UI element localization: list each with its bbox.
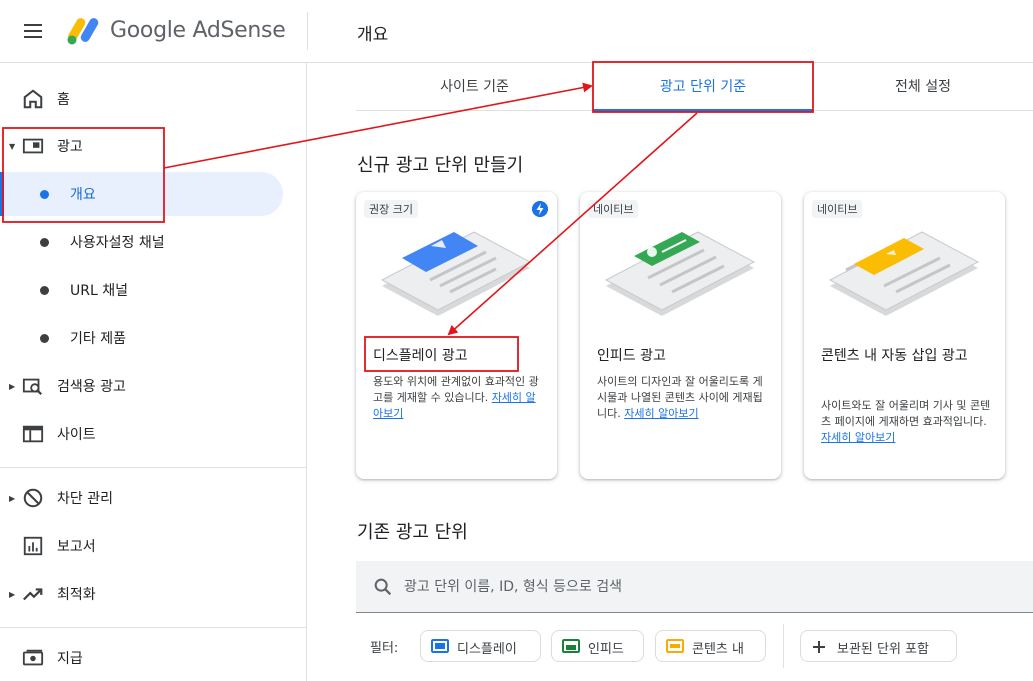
sidebar-item-label: 광고	[57, 139, 83, 155]
sidebar-item-label: 홈	[57, 92, 70, 108]
tab-by-site[interactable]: 사이트 기준	[356, 63, 593, 111]
ads-icon	[22, 138, 44, 154]
sidebar-item-ads[interactable]: ▼ 광고	[0, 124, 306, 168]
filter-chip-label: 콘텐츠 내	[692, 642, 744, 657]
tab-global-settings[interactable]: 전체 설정	[813, 63, 1033, 111]
trending-up-icon	[23, 588, 43, 601]
block-icon	[23, 488, 43, 508]
bullet-dot	[40, 238, 49, 247]
page-title: 개요	[357, 25, 389, 45]
sidebar-item-label: 지급	[57, 651, 83, 667]
sidebar-item-sites[interactable]: 사이트	[0, 412, 306, 456]
display-ads-card[interactable]: 권장 크기 디스플레이 광고 용도와 위치에 관계없이 효과적인 광고를 게재할…	[356, 192, 557, 479]
search-input[interactable]	[404, 574, 1004, 600]
bolt-icon	[532, 201, 548, 217]
card-title: 디스플레이 광고	[373, 348, 468, 364]
sidebar-subitem-label: 기타 제품	[70, 331, 126, 347]
caret-right-icon: ▶	[9, 382, 16, 391]
phone-illustration-display	[380, 231, 532, 316]
sidebar-item-label: 최적화	[57, 587, 96, 603]
filter-divider	[783, 624, 784, 668]
sidebar-item-home[interactable]: 홈	[0, 77, 306, 121]
learn-more-link[interactable]: 자세히 알아보기	[624, 407, 698, 420]
sidebar-divider	[0, 627, 306, 628]
card-description: 사이트와도 잘 어울리며 기사 및 콘텐츠 페이지에 게재하면 효과적입니다. …	[821, 399, 991, 444]
hamburger-icon	[24, 24, 42, 26]
home-icon	[23, 89, 43, 109]
top-app-bar: Google AdSense 개요	[0, 0, 1033, 63]
filter-chip-in-feed[interactable]: 인피드	[551, 630, 644, 662]
add-icon	[813, 641, 825, 653]
include-archived-chip[interactable]: 보관된 단위 포함	[800, 630, 957, 662]
sidebar-divider	[0, 467, 306, 468]
brand-name[interactable]: Google AdSense	[110, 18, 286, 43]
sidebar-item-label: 검색용 광고	[57, 379, 126, 395]
sidebar-item-blocking-controls[interactable]: ▶ 차단 관리	[0, 476, 306, 520]
sidebar-item-reports[interactable]: 보고서	[0, 524, 306, 568]
card-description: 용도와 위치에 관계없이 효과적인 광고를 게재할 수 있습니다. 자세히 알아…	[373, 375, 539, 420]
ad-unit-search-bar	[356, 561, 1033, 613]
caret-right-icon: ▶	[9, 494, 16, 503]
filter-chip-in-article[interactable]: 콘텐츠 내	[655, 630, 766, 662]
sidebar-subitem-overview[interactable]: 개요	[0, 172, 283, 216]
sidebar-subitem-custom-channels[interactable]: 사용자설정 채널	[0, 220, 290, 264]
sidebar-item-label: 차단 관리	[57, 491, 113, 507]
card-description: 사이트의 디자인과 잘 어울리도록 게시물과 나열된 콘텐츠 사이에 게재됩니다…	[597, 375, 763, 420]
reports-icon	[23, 536, 43, 556]
payments-icon	[22, 649, 44, 666]
search-ads-icon	[22, 378, 43, 396]
filter-chip-label: 보관된 단위 포함	[837, 642, 929, 657]
sidebar-nav: 홈 ▼ 광고 개요 사용자설정 채널 URL 채널 기타 제품 ▶ 검색용 광고…	[0, 63, 307, 681]
sidebar-item-payments[interactable]: 지급	[0, 636, 306, 680]
bullet-dot	[40, 334, 49, 343]
existing-section-title: 기존 광고 단위	[357, 522, 468, 543]
in-article-ads-card[interactable]: 네이티브 콘텐츠 내 자동 삽입 광고 사이트와도 잘 어울리며 기사 및 콘텐…	[804, 192, 1005, 479]
search-icon	[374, 578, 392, 596]
bullet-dot	[40, 190, 49, 199]
tab-bar: 사이트 기준 광고 단위 기준 전체 설정	[356, 63, 1033, 112]
phone-illustration-in-feed	[604, 231, 756, 316]
phone-illustration-in-article	[828, 231, 980, 316]
card-title: 콘텐츠 내 자동 삽입 광고	[821, 348, 968, 364]
filter-chip-display[interactable]: 디스플레이	[420, 630, 541, 662]
in-feed-format-icon	[562, 639, 580, 653]
native-badge: 네이티브	[812, 200, 863, 218]
adsense-logo-icon	[67, 18, 99, 45]
sidebar-item-label: 보고서	[57, 539, 96, 555]
filter-label: 필터:	[370, 641, 399, 656]
learn-more-link[interactable]: 자세히 알아보기	[821, 431, 895, 444]
sidebar-subitem-label: 개요	[70, 187, 96, 203]
main-menu-button[interactable]	[24, 24, 44, 40]
in-feed-ads-card[interactable]: 네이티브 인피드 광고 사이트의 디자인과 잘 어울리도록 게시물과 나열된 콘…	[580, 192, 781, 479]
in-article-format-icon	[666, 639, 684, 653]
native-badge: 네이티브	[588, 200, 639, 218]
sidebar-subitem-label: URL 채널	[70, 283, 128, 299]
filter-chip-label: 디스플레이	[457, 642, 517, 657]
bullet-dot	[40, 286, 49, 295]
tab-by-ad-unit[interactable]: 광고 단위 기준	[593, 63, 813, 112]
site-icon	[22, 425, 44, 443]
sidebar-subitem-url-channels[interactable]: URL 채널	[0, 268, 290, 312]
caret-right-icon: ▶	[9, 590, 16, 599]
display-format-icon	[431, 639, 449, 653]
sidebar-item-label: 사이트	[57, 427, 96, 443]
filter-chip-label: 인피드	[588, 642, 624, 657]
sidebar-subitem-other-products[interactable]: 기타 제품	[0, 316, 290, 360]
sidebar-item-optimization[interactable]: ▶ 최적화	[0, 572, 306, 616]
sidebar-subitem-label: 사용자설정 채널	[70, 235, 165, 251]
sidebar-item-search-ads[interactable]: ▶ 검색용 광고	[0, 364, 306, 408]
caret-down-icon: ▼	[9, 142, 16, 151]
card-title: 인피드 광고	[597, 348, 666, 364]
topbar-divider	[307, 12, 308, 50]
recommended-badge: 권장 크기	[364, 200, 418, 218]
create-section-title: 신규 광고 단위 만들기	[357, 155, 524, 176]
